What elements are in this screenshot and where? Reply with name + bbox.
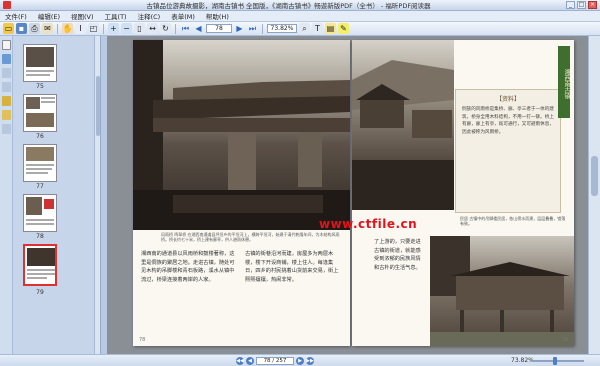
- thumbnail-page[interactable]: [23, 144, 57, 182]
- thumbnail-label: 78: [36, 233, 44, 240]
- snapshot-icon[interactable]: ◰: [88, 23, 99, 34]
- prev-page-button[interactable]: ◀: [246, 356, 254, 365]
- save-icon[interactable]: ▪: [16, 23, 27, 34]
- print-icon[interactable]: ⎙: [29, 23, 40, 34]
- maximize-button[interactable]: □: [577, 1, 586, 9]
- right-page: 【资料】 侗族的风雨桥是集桥、廊、亭三者于一体的建筑，桥身全用木料结构，不用一钉…: [352, 40, 574, 346]
- zoom-level-display: 73.82%: [511, 357, 534, 364]
- status-bar: ◀◀ ◀ 78 / 257 ▶ ▶▶ 73.82%: [0, 354, 600, 366]
- zoom-slider-handle[interactable]: [553, 357, 557, 365]
- bridge-illustration: [133, 40, 350, 230]
- email-icon[interactable]: ✉: [42, 23, 53, 34]
- window-title: 古镇品位游典故摄影，湖南古镇书 全国版，《湖南古镇书》畅遊新版PDF（全书） -…: [146, 2, 431, 10]
- bookmarks-panel-icon[interactable]: [2, 54, 11, 64]
- right-photo-caption: 民居 古镇中的吊脚楼民居，依山傍水而建，层层叠叠，错落有致。: [460, 216, 566, 226]
- close-button[interactable]: ×: [588, 1, 597, 9]
- left-photo-caption: 风雨桥 鸣翠桥 在湘西南通道县坪坦乡的平坦河上，横跨平坦河，始建于清代乾隆年间，…: [161, 232, 340, 242]
- minimize-button[interactable]: _: [566, 1, 575, 9]
- toolbar-zoom-input[interactable]: 73.82%: [267, 24, 297, 33]
- typewriter-icon[interactable]: T: [312, 23, 323, 34]
- info-sidebox: 【资料】 侗族的风雨桥是集桥、廊、亭三者于一体的建筑，桥身全用木料结构，不用一钉…: [455, 89, 561, 213]
- fit-page-icon[interactable]: ▯: [134, 23, 145, 34]
- toolbar-separator: [262, 23, 263, 34]
- section-banner: 湘西南古镇: [558, 46, 570, 118]
- menu-view[interactable]: 视图(V): [66, 11, 100, 21]
- toolbar-page-input[interactable]: 78: [206, 24, 232, 33]
- zoom-slider-track[interactable]: [532, 360, 584, 362]
- left-page-number: 78: [139, 337, 146, 343]
- menu-help[interactable]: 帮助(H): [201, 11, 235, 21]
- menu-form[interactable]: 表单(M): [166, 11, 201, 21]
- menu-tools[interactable]: 工具(T): [100, 11, 133, 21]
- thumbnail-scroll-knob[interactable]: [96, 76, 100, 136]
- viewer-scroll-knob[interactable]: [591, 156, 598, 196]
- toolbar: ▭ ▪ ⎙ ✉ ✋ I ◰ + − ▯ ↔ ↻ ⏮ ◀ 78 ▶ ⏭ 73.82…: [0, 22, 600, 36]
- sidebox-body: 侗族的风雨桥是集桥、廊、亭三者于一体的建筑，桥身全用木料结构，不用一钉一铆。桥上…: [462, 107, 554, 135]
- thumbnail-scrollbar[interactable]: [94, 36, 100, 354]
- thumbnail-page-selected[interactable]: [23, 244, 57, 286]
- prev-page-icon[interactable]: ◀: [193, 23, 204, 34]
- attachments-panel-icon[interactable]: [2, 82, 11, 92]
- menu-comment[interactable]: 注释(C): [133, 11, 167, 21]
- last-page-button[interactable]: ▶▶: [306, 356, 314, 365]
- hand-icon[interactable]: ✋: [62, 23, 73, 34]
- sidebox-title: 【资料】: [495, 96, 520, 103]
- left-column-1: 湘西南的通道县以风雨桥和鼓楼著称，这里是侗族的聚居之地。走进古镇，随处可见木构的…: [141, 251, 235, 283]
- menu-edit[interactable]: 编辑(E): [33, 11, 66, 21]
- page-number-field[interactable]: 78 / 257: [256, 356, 294, 365]
- last-page-icon[interactable]: ⏭: [247, 23, 258, 34]
- zoom-in-icon[interactable]: +: [108, 23, 119, 34]
- fit-width-icon[interactable]: ↔: [147, 23, 158, 34]
- toolbar-separator: [175, 23, 176, 34]
- right-page-number: 79: [561, 337, 568, 343]
- watermark-text: www.ctfile.cn: [319, 217, 418, 231]
- comments-panel-icon[interactable]: [2, 110, 11, 120]
- note-icon[interactable]: ▤: [325, 23, 336, 34]
- rotate-icon[interactable]: ↻: [160, 23, 171, 34]
- first-page-icon[interactable]: ⏮: [180, 23, 191, 34]
- stilt-house-illustration: [430, 236, 574, 346]
- thumbnail-panel: 75 76 77 78 79: [13, 36, 101, 354]
- title-bar: 古镇品位游典故摄影，湖南古镇书 全国版，《湖南古镇书》畅遊新版PDF（全书） -…: [0, 0, 600, 11]
- thumbnail-page[interactable]: [23, 194, 57, 232]
- first-page-button[interactable]: ◀◀: [236, 356, 244, 365]
- bridge-photo: [133, 40, 350, 230]
- toolbar-separator: [103, 23, 104, 34]
- next-page-button[interactable]: ▶: [296, 356, 304, 365]
- search-icon[interactable]: ⌕: [299, 23, 310, 34]
- stilt-house-photo: [430, 236, 574, 346]
- left-page: 风雨桥 鸣翠桥 在湘西南通道县坪坦乡的平坦河上，横跨平坦河，始建于清代乾隆年间，…: [133, 40, 350, 346]
- next-page-icon[interactable]: ▶: [234, 23, 245, 34]
- toolbar-separator: [57, 23, 58, 34]
- village-illustration: [352, 60, 454, 210]
- navigation-sidebar: [0, 36, 13, 354]
- zoom-out-icon[interactable]: −: [121, 23, 132, 34]
- thumbnail-label: 77: [36, 183, 44, 190]
- thumbnail-label: 75: [36, 83, 44, 90]
- signatures-panel-icon[interactable]: [2, 96, 11, 106]
- thumbnail-label: 79: [36, 289, 44, 296]
- thumbnail-label: 76: [36, 133, 44, 140]
- app-icon: [3, 1, 11, 9]
- search-panel-icon[interactable]: [2, 124, 11, 134]
- open-icon[interactable]: ▭: [3, 23, 14, 34]
- left-column-2: 古镇的街巷沿河而建，房屋多为两层木楼，楼下开设商铺，楼上住人。每逢集日，四乡的村…: [245, 251, 339, 283]
- pages-panel-icon[interactable]: [2, 40, 11, 50]
- village-photo: [352, 40, 454, 210]
- right-column-text: 了上游的，只要走进古镇的街道，就能感受到浓郁的民族风情和古朴的生活气息。: [374, 239, 421, 271]
- reader-window: 古镇品位游典故摄影，湖南古镇书 全国版，《湖南古镇书》畅遊新版PDF（全书） -…: [0, 0, 600, 366]
- select-icon[interactable]: I: [75, 23, 86, 34]
- menu-bar: 文件(F) 编辑(E) 视图(V) 工具(T) 注释(C) 表单(M) 帮助(H…: [0, 11, 600, 22]
- document-viewer: 风雨桥 鸣翠桥 在湘西南通道县坪坦乡的平坦河上，横跨平坦河，始建于清代乾隆年间，…: [107, 36, 588, 354]
- menu-file[interactable]: 文件(F): [0, 11, 33, 21]
- layers-panel-icon[interactable]: [2, 68, 11, 78]
- thumbnail-page[interactable]: [23, 44, 57, 82]
- viewer-scrollbar[interactable]: [588, 36, 600, 354]
- thumbnail-page[interactable]: [23, 94, 57, 132]
- highlight-icon[interactable]: ✎: [338, 23, 349, 34]
